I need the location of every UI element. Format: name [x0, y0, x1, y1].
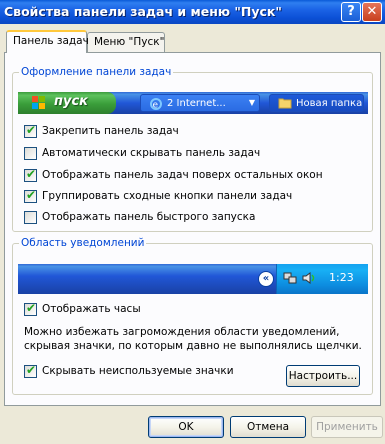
taskbar-item-folder: Новая папка: [269, 94, 364, 112]
check-icon: ✔: [26, 188, 37, 202]
check-icon: ✔: [26, 301, 37, 315]
checkbox[interactable]: ✔: [24, 123, 37, 138]
customize-button[interactable]: Настроить...: [286, 365, 360, 387]
option-label: Группировать сходные кнопки панели задач: [42, 190, 293, 202]
apply-button[interactable]: Применить: [311, 416, 383, 438]
group-title: Оформление панели задач: [19, 66, 174, 78]
checkbox[interactable]: [24, 147, 37, 160]
svg-text:e: e: [153, 101, 159, 111]
tab-taskbar[interactable]: Панель задач: [6, 30, 89, 53]
close-icon: ✕: [366, 4, 378, 19]
group-title: Область уведомлений: [19, 237, 147, 249]
help-icon: ?: [347, 4, 355, 19]
chevron-left-icon: «: [258, 271, 274, 287]
option-label: Закрепить панель задач: [42, 125, 179, 137]
windows-logo-icon: [32, 96, 46, 109]
check-icon: ✔: [26, 123, 37, 137]
help-button[interactable]: ?: [341, 2, 361, 22]
tab-label: Панель задач: [13, 35, 89, 47]
option-label: Скрывать неиспользуемые значки: [42, 365, 234, 377]
notification-area-preview: 1:23: [276, 264, 368, 294]
notification-description: Можно избежать загромождения области уве…: [24, 326, 362, 352]
start-label: пуск: [54, 94, 88, 109]
checkbox[interactable]: ✔: [24, 363, 37, 378]
option-label: Автоматически скрывать панель задач: [42, 147, 261, 159]
window-title: Свойства панели задач и меню "Пуск": [4, 4, 282, 19]
start-button-preview: пуск: [18, 92, 116, 114]
taskbar-item-internet: e 2 Internet... ▼: [140, 94, 260, 112]
option-label: Отображать часы: [42, 303, 141, 315]
ok-button[interactable]: OK: [148, 416, 224, 438]
folder-icon: [278, 97, 292, 112]
checkbox[interactable]: ✔: [24, 188, 37, 203]
network-icon: [283, 271, 297, 285]
cancel-button[interactable]: Отмена: [230, 416, 306, 438]
close-button[interactable]: ✕: [362, 2, 382, 22]
taskbar-item-label: 2 Internet...: [167, 98, 226, 109]
checkbox[interactable]: ✔: [24, 167, 37, 182]
checkbox[interactable]: [24, 211, 37, 224]
checkbox[interactable]: ✔: [24, 301, 37, 316]
taskbar-preview: пуск e 2 Internet... ▼ Новая папка: [18, 92, 368, 114]
option-label: Отображать панель задач поверх остальных…: [42, 169, 323, 181]
tab-label: Меню "Пуск": [94, 36, 165, 48]
option-label: Отображать панель быстрого запуска: [42, 211, 256, 223]
tab-start-menu[interactable]: Меню "Пуск": [87, 32, 165, 52]
title-bar: Свойства панели задач и меню "Пуск" ? ✕: [0, 0, 385, 24]
clock-display: 1:23: [329, 271, 354, 284]
taskbar-item-label: Новая папка: [296, 98, 363, 109]
tray-preview: « 1:23: [18, 264, 368, 294]
check-icon: ✔: [26, 167, 37, 181]
volume-icon: [301, 271, 315, 285]
check-icon: ✔: [26, 363, 37, 377]
ie-icon: e: [149, 97, 163, 114]
chevron-down-icon: ▼: [248, 98, 255, 107]
